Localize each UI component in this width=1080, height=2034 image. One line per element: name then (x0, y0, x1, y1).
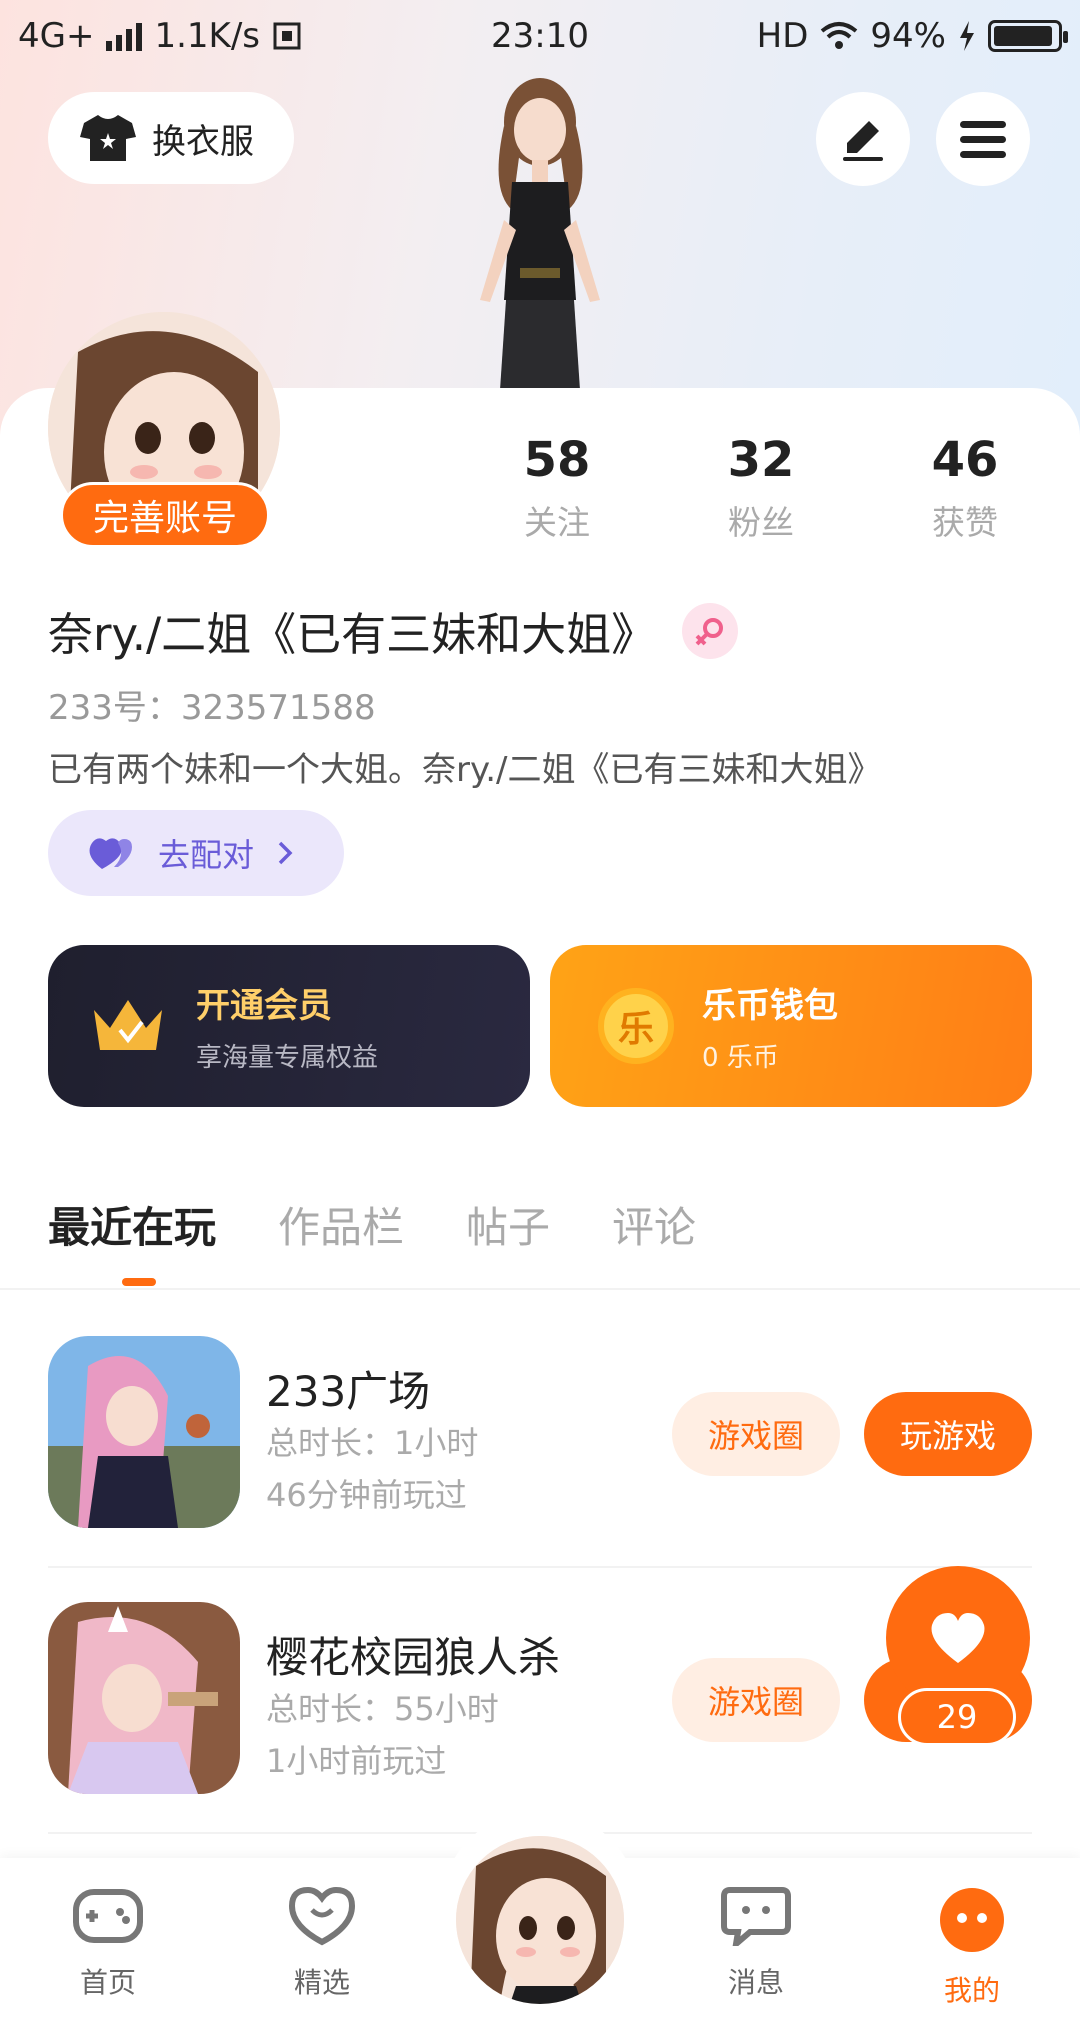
battery-icon (988, 20, 1068, 52)
nickname: 奈ry./二姐《已有三妹和大姐》 (48, 608, 657, 661)
followers-count: 32 (727, 432, 795, 488)
following-label: 关注 (524, 503, 590, 542)
user-id: 233号：323571588 (48, 688, 376, 728)
profile-tabs: 最近在玩 作品栏 帖子 评论 (48, 1194, 696, 1255)
hamburger-menu-icon (960, 121, 1006, 158)
chevron-right-icon (278, 841, 293, 865)
coin-icon: 乐 (598, 988, 674, 1064)
menu-button[interactable] (936, 92, 1030, 186)
vip-title: 开通会员 (196, 986, 332, 1026)
list-item[interactable]: 樱花校园狼人杀 总时长：55小时 1小时前玩过 游戏圈 玩 (48, 1602, 1032, 1802)
game-last-played: 1小时前玩过 (266, 1742, 447, 1780)
vip-subtitle: 享海量专属权益 (196, 1043, 379, 1073)
avatar-character-figure[interactable] (420, 70, 660, 390)
change-outfit-button[interactable]: 换衣服 (48, 92, 294, 184)
play-game-button[interactable]: 玩游戏 (864, 1392, 1032, 1476)
wifi-icon (821, 22, 858, 49)
smile-face-icon (940, 1888, 1004, 1952)
hd-indicator: HD (756, 16, 809, 56)
double-heart-icon (89, 838, 132, 869)
game-circle-button[interactable]: 游戏圈 (672, 1392, 840, 1476)
go-match-label: 去配对 (158, 836, 255, 874)
tab-works[interactable]: 作品栏 (278, 1194, 404, 1255)
likes-count: 46 (931, 432, 999, 488)
like-count-badge: 29 (898, 1688, 1016, 1746)
pencil-icon (843, 121, 883, 161)
nav-mine[interactable]: 我的 (902, 1886, 1042, 2009)
nav-messages[interactable]: 消息 (686, 1886, 826, 2001)
likes-label: 获赞 (932, 503, 998, 542)
change-outfit-label: 换衣服 (152, 121, 254, 162)
status-bar: 4G+ 1.1K/s 23:10 HD 94% (0, 0, 1080, 72)
sim-icon (273, 22, 301, 50)
list-divider (48, 1566, 1032, 1568)
wallet-title: 乐币钱包 (702, 986, 838, 1026)
game-icon (48, 1602, 240, 1794)
bio: 已有两个妹和一个大姐。奈ry./二姐《已有三妹和大姐》 (48, 750, 882, 790)
nav-mine-label: 我的 (943, 1974, 1000, 2007)
charging-icon (960, 21, 974, 51)
game-name: 233广场 (266, 1367, 431, 1416)
center-avatar-button[interactable] (456, 1836, 624, 2004)
gamepad-icon (73, 1889, 143, 1943)
nav-messages-label: 消息 (727, 1966, 784, 1999)
avatar-image (456, 1836, 624, 2004)
game-last-played: 46分钟前玩过 (266, 1476, 467, 1514)
wallet-balance: 0 乐币 (702, 1043, 779, 1073)
followers-stat[interactable]: 32 粉丝 (659, 432, 863, 544)
game-name: 樱花校园狼人杀 (266, 1633, 561, 1682)
profile-stats: 58 关注 32 粉丝 46 获赞 (455, 432, 1075, 544)
network-type: 4G+ (18, 16, 95, 56)
coin-wallet-card[interactable]: 乐 乐币钱包 0 乐币 (550, 945, 1032, 1107)
tab-recently-played[interactable]: 最近在玩 (48, 1194, 216, 1255)
tab-comments[interactable]: 评论 (612, 1194, 696, 1255)
chat-bubble-icon (721, 1887, 791, 1952)
tabs-divider (0, 1288, 1080, 1290)
list-item[interactable]: 233广场 总时长：1小时 46分钟前玩过 游戏圈 玩游戏 (48, 1336, 1032, 1536)
nav-home[interactable]: 首页 (38, 1886, 178, 2001)
heart-chat-icon (288, 1886, 356, 1946)
active-tab-indicator (122, 1278, 156, 1286)
following-stat[interactable]: 58 关注 (455, 432, 659, 544)
game-icon (48, 1336, 240, 1528)
nickname-row: 奈ry./二姐《已有三妹和大姐》 (48, 598, 739, 663)
game-circle-button[interactable]: 游戏圈 (672, 1658, 840, 1742)
tab-posts[interactable]: 帖子 (466, 1194, 550, 1255)
tshirt-icon (80, 115, 136, 161)
vip-membership-card[interactable]: 开通会员 享海量专属权益 (48, 945, 530, 1107)
followers-label: 粉丝 (728, 503, 794, 542)
game-duration: 总时长：1小时 (266, 1424, 479, 1462)
nav-featured[interactable]: 精选 (252, 1886, 392, 2001)
heart-icon (931, 1613, 985, 1663)
complete-account-button[interactable]: 完善账号 (60, 482, 270, 548)
nav-featured-label: 精选 (293, 1966, 350, 1999)
go-match-button[interactable]: 去配对 (48, 810, 344, 896)
female-icon (682, 602, 739, 659)
nav-home-label: 首页 (79, 1966, 136, 1999)
game-duration: 总时长：55小时 (266, 1690, 499, 1728)
likes-stat[interactable]: 46 获赞 (863, 432, 1067, 544)
signal-icon (106, 21, 143, 51)
following-count: 58 (523, 432, 591, 488)
battery-percent: 94% (870, 16, 946, 56)
crown-icon (94, 1000, 162, 1050)
network-speed: 1.1K/s (154, 16, 261, 56)
edit-profile-button[interactable] (816, 92, 910, 186)
